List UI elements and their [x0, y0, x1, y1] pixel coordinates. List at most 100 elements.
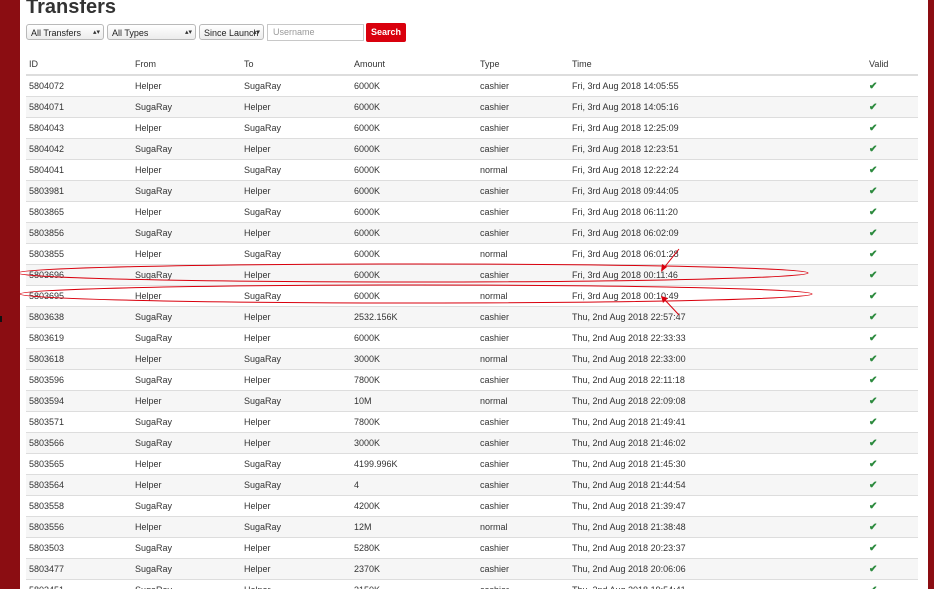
check-icon: ✔	[869, 185, 878, 197]
table-row[interactable]: 5803564 Helper SugaRay 4 cashier Thu, 2nd Aug…	[26, 474, 918, 496]
column-header-time[interactable]: Time	[569, 54, 866, 76]
cell-amount: 2370K	[351, 558, 477, 580]
cell-to: Helper	[241, 306, 351, 328]
cell-from: SugaRay	[132, 411, 241, 433]
cell-amount: 6000K	[351, 327, 477, 349]
table-row[interactable]: 5803556 Helper SugaRay 12M normal Thu, 2nd Au…	[26, 516, 918, 538]
cell-valid: ✔	[866, 243, 918, 265]
cell-valid: ✔	[866, 390, 918, 412]
table-row[interactable]: 5803594 Helper SugaRay 10M normal Thu, 2nd Au…	[26, 390, 918, 412]
table-row[interactable]: 5804043 Helper SugaRay 6000K cashier Fri, 3rd…	[26, 117, 918, 139]
cell-amount: 6000K	[351, 222, 477, 244]
table-row[interactable]: 5803696 SugaRay Helper 6000K cashier Fri, 3rd…	[26, 264, 918, 286]
search-button[interactable]: Search	[366, 23, 406, 42]
select-arrows-icon: ▴▾	[252, 29, 260, 36]
select-arrows-icon: ▴▾	[184, 29, 192, 36]
cell-type: cashier	[477, 117, 569, 139]
cell-from: Helper	[132, 285, 241, 307]
cell-id: 5804071	[26, 96, 132, 118]
transfers-filter-value: All Transfers	[31, 28, 82, 38]
cell-amount: 6000K	[351, 264, 477, 286]
cell-id: 5803451	[26, 579, 132, 589]
cell-from: SugaRay	[132, 222, 241, 244]
cell-valid: ✔	[866, 285, 918, 307]
cell-from: SugaRay	[132, 96, 241, 118]
cell-to: Helper	[241, 369, 351, 391]
cell-id: 5803566	[26, 432, 132, 454]
cell-to: Helper	[241, 432, 351, 454]
cell-amount: 4200K	[351, 495, 477, 517]
table-row[interactable]: 5803571 SugaRay Helper 7800K cashier Thu, 2nd…	[26, 411, 918, 433]
types-filter-select[interactable]: All Types ▴▾	[107, 24, 196, 40]
column-header-from[interactable]: From	[132, 54, 241, 76]
cell-amount: 6000K	[351, 285, 477, 307]
period-filter-select[interactable]: Since Launch ▴▾	[199, 24, 264, 40]
cell-id: 5803981	[26, 180, 132, 202]
cell-to: Helper	[241, 579, 351, 589]
cell-time: Thu, 2nd Aug 2018 21:49:41	[569, 411, 866, 433]
table-row[interactable]: 5803503 SugaRay Helper 5280K cashier Thu, 2nd…	[26, 537, 918, 559]
cell-to: Helper	[241, 222, 351, 244]
table-row[interactable]: 5803596 SugaRay Helper 7800K cashier Thu, 2nd…	[26, 369, 918, 391]
table-row[interactable]: 5803566 SugaRay Helper 3000K cashier Thu, 2nd…	[26, 432, 918, 454]
check-icon: ✔	[869, 416, 878, 428]
cell-type: cashier	[477, 537, 569, 559]
cell-valid: ✔	[866, 306, 918, 328]
cell-valid: ✔	[866, 495, 918, 517]
cell-from: Helper	[132, 390, 241, 412]
check-icon: ✔	[869, 332, 878, 344]
column-header-valid[interactable]: Valid	[866, 54, 918, 76]
cell-id: 5803503	[26, 537, 132, 559]
table-row[interactable]: 5803695 Helper SugaRay 6000K normal Fri, 3rd …	[26, 285, 918, 307]
transfers-table: ID From To Amount Type Time Valid 580407…	[26, 54, 918, 589]
cell-type: cashier	[477, 327, 569, 349]
username-input[interactable]: Username	[267, 24, 364, 41]
table-row[interactable]: 5804072 Helper SugaRay 6000K cashier Fri, 3rd…	[26, 74, 918, 97]
cell-from: SugaRay	[132, 537, 241, 559]
cell-valid: ✔	[866, 537, 918, 559]
cell-from: Helper	[132, 159, 241, 181]
cell-id: 5803564	[26, 474, 132, 496]
page-title: Transfers	[26, 0, 117, 18]
table-row[interactable]: 5803865 Helper SugaRay 6000K cashier Fri, 3rd…	[26, 201, 918, 223]
column-header-amount[interactable]: Amount	[351, 54, 477, 76]
cell-valid: ✔	[866, 411, 918, 433]
table-row[interactable]: 5803618 Helper SugaRay 3000K normal Thu, 2nd …	[26, 348, 918, 370]
cell-to: SugaRay	[241, 285, 351, 307]
table-row[interactable]: 5803855 Helper SugaRay 6000K normal Fri, 3rd …	[26, 243, 918, 265]
cell-to: Helper	[241, 180, 351, 202]
cell-type: normal	[477, 516, 569, 538]
table-row[interactable]: 5803856 SugaRay Helper 6000K cashier Fri, 3rd…	[26, 222, 918, 244]
transfers-filter-select[interactable]: All Transfers ▴▾	[26, 24, 104, 40]
table-row[interactable]: 5804042 SugaRay Helper 6000K cashier Fri, 3rd…	[26, 138, 918, 160]
table-row[interactable]: 5803477 SugaRay Helper 2370K cashier Thu, 2nd…	[26, 558, 918, 580]
check-icon: ✔	[869, 206, 878, 218]
column-header-to[interactable]: To	[241, 54, 351, 76]
table-row[interactable]: 5804071 SugaRay Helper 6000K cashier Fri, 3rd…	[26, 96, 918, 118]
cell-time: Thu, 2nd Aug 2018 20:23:37	[569, 537, 866, 559]
table-row[interactable]: 5803981 SugaRay Helper 6000K cashier Fri, 3rd…	[26, 180, 918, 202]
cell-to: SugaRay	[241, 159, 351, 181]
column-header-type[interactable]: Type	[477, 54, 569, 76]
table-row[interactable]: 5803558 SugaRay Helper 4200K cashier Thu, 2nd…	[26, 495, 918, 517]
cell-valid: ✔	[866, 327, 918, 349]
check-icon: ✔	[869, 585, 877, 589]
table-row[interactable]: 5803451SugaRayHelper3150KcashierThu, 2nd…	[26, 579, 918, 589]
check-icon: ✔	[869, 269, 878, 281]
cell-valid: ✔	[866, 348, 918, 370]
cell-type: normal	[477, 348, 569, 370]
table-row[interactable]: 5803638 SugaRay Helper 2532.156K cashier Thu,…	[26, 306, 918, 328]
edge-marker	[0, 316, 2, 322]
table-row[interactable]: 5804041 Helper SugaRay 6000K normal Fri, 3rd …	[26, 159, 918, 181]
cell-to: Helper	[241, 537, 351, 559]
cell-amount: 2532.156K	[351, 306, 477, 328]
cell-from: Helper	[132, 348, 241, 370]
cell-type: cashier	[477, 432, 569, 454]
table-row[interactable]: 5803565 Helper SugaRay 4199.996K cashier Thu,…	[26, 453, 918, 475]
column-header-id[interactable]: ID	[26, 54, 132, 76]
table-row[interactable]: 5803619 SugaRay Helper 6000K cashier Thu, 2nd…	[26, 327, 918, 349]
cell-type: cashier	[477, 74, 569, 97]
select-arrows-icon: ▴▾	[92, 29, 100, 36]
cell-time: Fri, 3rd Aug 2018 06:11:20	[569, 201, 866, 223]
cell-time: Fri, 3rd Aug 2018 09:44:05	[569, 180, 866, 202]
